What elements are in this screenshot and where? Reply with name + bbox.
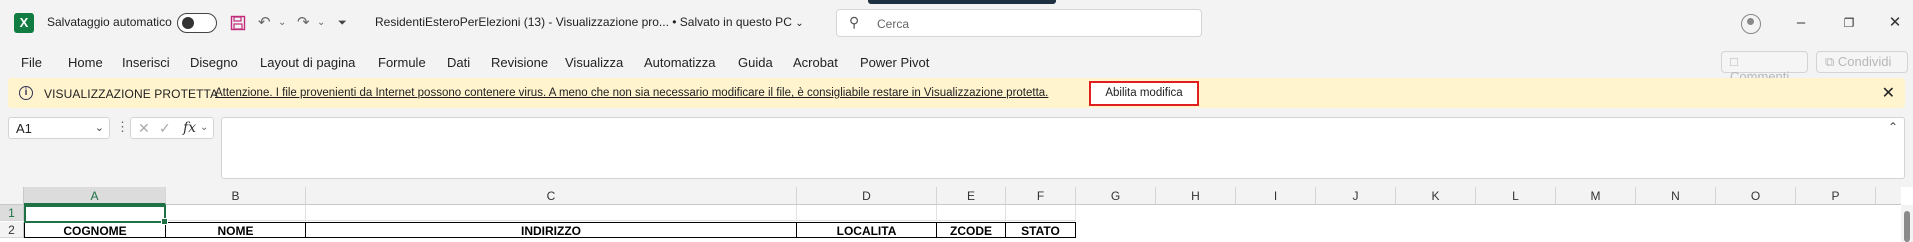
share-label: Condividi (1837, 54, 1892, 69)
tab-inserisci[interactable]: Inserisci (122, 55, 170, 70)
avatar-icon[interactable] (1741, 14, 1761, 34)
title-bar: X Salvataggio automatico ↶ ⌄ ↷ ⌄ ⏷ Resid… (0, 0, 1913, 46)
column-header-a[interactable]: A (24, 187, 166, 205)
formula-bar: A1 ⌄ ⋮ ✕ ✓ fx ⌄ ⌃ (0, 114, 1913, 182)
cell-f1[interactable] (1006, 205, 1076, 221)
cell-d1[interactable] (797, 205, 937, 221)
tab-automatizza[interactable]: Automatizza (644, 55, 716, 70)
close-bar-icon[interactable]: ✕ (1882, 83, 1895, 103)
autosave-toggle[interactable] (177, 13, 217, 33)
title-accent-strip (868, 0, 1056, 4)
protected-view-title: VISUALIZZAZIONE PROTETTA (44, 87, 219, 101)
cell-e1[interactable] (937, 205, 1006, 221)
formula-controls: ✕ ✓ fx ⌄ (130, 117, 214, 139)
cell-c1[interactable] (306, 205, 797, 221)
info-icon: i (19, 86, 33, 100)
autosave-label: Salvataggio automatico (47, 15, 172, 29)
cancel-icon[interactable]: ✕ (138, 120, 150, 137)
undo-dropdown-icon[interactable]: ⌄ (278, 12, 286, 34)
tab-formule[interactable]: Formule (378, 55, 426, 70)
customize-toolbar-icon[interactable]: ⏷ (338, 12, 347, 34)
active-cell-a1[interactable] (24, 205, 168, 225)
column-header-m[interactable]: M (1556, 187, 1636, 205)
select-all-corner[interactable] (0, 187, 24, 205)
spreadsheet-grid: A B C D E F G H I J K L M N O P 1 2 COGN… (0, 187, 1913, 242)
function-dropdown-icon[interactable]: ⌄ (200, 122, 208, 133)
enable-editing-button[interactable]: Abilita modifica (1089, 81, 1199, 106)
column-header-k[interactable]: K (1396, 187, 1476, 205)
cell-f2[interactable]: STATO (1006, 222, 1076, 238)
column-header-d[interactable]: D (797, 187, 937, 205)
column-header-h[interactable]: H (1156, 187, 1236, 205)
row-header-2[interactable]: 2 (0, 222, 24, 238)
confirm-icon[interactable]: ✓ (159, 120, 171, 137)
formula-input[interactable]: ⌃ (221, 117, 1905, 179)
excel-icon: X (14, 13, 34, 33)
cell-c2[interactable]: INDIRIZZO (306, 222, 797, 238)
cell-b1[interactable] (166, 205, 306, 221)
comments-button[interactable]: □ Commenti (1721, 51, 1808, 84)
excel-window: X Salvataggio automatico ↶ ⌄ ↷ ⌄ ⏷ Resid… (0, 0, 1913, 242)
cell-b2[interactable]: NOME (166, 222, 306, 238)
tab-guida[interactable]: Guida (738, 55, 773, 70)
column-header-f[interactable]: F (1006, 187, 1076, 205)
scrollbar-thumb[interactable] (1904, 211, 1910, 242)
column-header-o[interactable]: O (1716, 187, 1796, 205)
share-icon: ⧉ (1825, 54, 1835, 69)
column-header-l[interactable]: L (1476, 187, 1556, 205)
ribbon-tabs: File Home Inserisci Disegno Layout di pa… (0, 49, 1913, 84)
restore-icon[interactable]: ❐ (1834, 12, 1864, 34)
tab-visualizza[interactable]: Visualizza (565, 55, 623, 70)
tab-file[interactable]: File (21, 55, 42, 70)
column-header-c[interactable]: C (306, 187, 797, 205)
cell-d2[interactable]: LOCALITA (797, 222, 937, 238)
tab-acrobat[interactable]: Acrobat (793, 55, 838, 70)
search-icon: ⚲ (849, 14, 860, 30)
protected-view-message[interactable]: Attenzione. I file provenienti da Intern… (215, 87, 1048, 99)
tab-power-pivot[interactable]: Power Pivot (860, 55, 929, 70)
collapse-formula-bar-icon[interactable]: ⌃ (1888, 120, 1898, 134)
protected-view-bar: i VISUALIZZAZIONE PROTETTA Attenzione. I… (8, 78, 1905, 108)
search-placeholder: Cerca (877, 17, 910, 31)
document-title[interactable]: ResidentiEsteroPerElezioni (13) - Visual… (375, 15, 804, 29)
row-header-1[interactable]: 1 (0, 205, 24, 221)
tab-revisione[interactable]: Revisione (491, 55, 548, 70)
insert-function-icon[interactable]: fx (183, 120, 196, 136)
minimize-icon[interactable]: – (1786, 12, 1816, 34)
vertical-scrollbar[interactable] (1901, 205, 1913, 242)
column-header-g[interactable]: G (1076, 187, 1156, 205)
save-icon[interactable] (230, 12, 246, 34)
tab-dati[interactable]: Dati (447, 55, 470, 70)
cell-a2[interactable]: COGNOME (24, 222, 166, 238)
column-header-b[interactable]: B (166, 187, 306, 205)
search-box[interactable]: ⚲ Cerca (836, 9, 1202, 37)
tab-home[interactable]: Home (68, 55, 103, 70)
share-button[interactable]: ⧉ Condividi (1816, 51, 1908, 73)
redo-icon[interactable]: ↷ (297, 12, 310, 34)
tab-layout-di-pagina[interactable]: Layout di pagina (260, 55, 355, 70)
chevron-down-icon[interactable]: ⌄ (95, 121, 104, 134)
tab-disegno[interactable]: Disegno (190, 55, 238, 70)
column-header-partial (1876, 187, 1901, 205)
column-header-p[interactable]: P (1796, 187, 1876, 205)
column-header-j[interactable]: J (1316, 187, 1396, 205)
column-header-e[interactable]: E (937, 187, 1006, 205)
undo-icon[interactable]: ↶ (258, 12, 271, 34)
comments-icon: □ (1730, 54, 1738, 69)
more-options-icon[interactable]: ⋮ (116, 119, 129, 135)
close-icon[interactable]: ✕ (1880, 12, 1910, 34)
redo-dropdown-icon[interactable]: ⌄ (317, 12, 325, 34)
cell-e2[interactable]: ZCODE (937, 222, 1006, 238)
column-header-i[interactable]: I (1236, 187, 1316, 205)
name-box[interactable]: A1 ⌄ (8, 117, 110, 139)
column-header-n[interactable]: N (1636, 187, 1716, 205)
name-box-value: A1 (16, 121, 32, 136)
